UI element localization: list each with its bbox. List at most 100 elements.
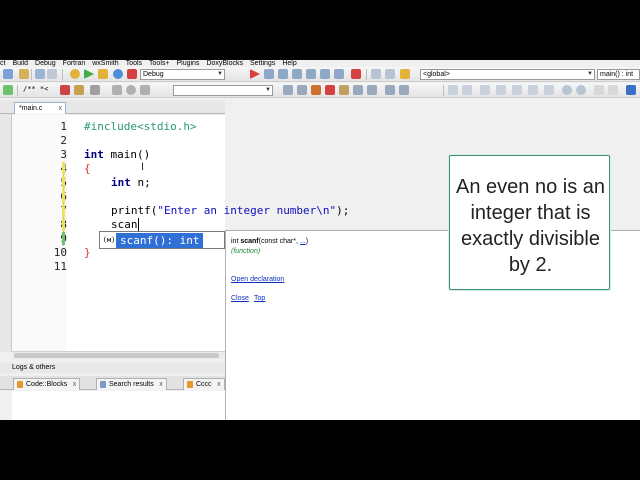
step-instruction-icon[interactable] [334,69,344,79]
debug-info-icon[interactable] [385,69,395,79]
toolbar-separator [62,69,63,80]
menu-item-wxsmith[interactable]: wxSmith [92,60,118,67]
pencil-icon[interactable] [311,85,321,95]
close-icon[interactable]: x [73,379,77,390]
align-left-icon[interactable] [448,85,458,95]
mark-icon[interactable] [339,85,349,95]
next-bookmark-icon[interactable] [367,85,377,95]
replace-icon[interactable] [47,69,57,79]
close-icon[interactable]: x [159,379,163,390]
run-icon[interactable] [84,69,94,79]
build-run-icon[interactable] [98,69,108,79]
menu-item-tools[interactable]: Tools [126,60,142,67]
run-to-cursor-icon[interactable] [264,69,274,79]
debug-info2-icon[interactable] [400,69,410,79]
abort-icon[interactable] [127,69,137,79]
highlight-icon[interactable] [74,85,84,95]
search-icon [100,381,106,388]
code-line-10: } [84,246,91,259]
next-icon[interactable] [140,85,150,95]
tab-codeblocks-log[interactable]: Code::Blocks x [13,378,81,390]
copy-icon[interactable] [19,69,29,79]
chevron-down-icon: ▼ [265,87,271,93]
build-target-select[interactable]: Debug ▼ [140,69,225,80]
menu-item-doxyblocks[interactable]: DoxyBlocks [206,60,243,67]
toolbar-separator [366,69,367,80]
close-icon[interactable]: x [59,103,63,114]
indent-icon[interactable] [512,85,522,95]
spell-icon[interactable] [594,85,604,95]
code-line-8: scan [111,218,138,231]
zoom-out-icon[interactable] [576,85,586,95]
doxy-comment-button[interactable]: /** *< [21,85,49,96]
tab-main-c[interactable]: *main.c x [14,102,66,114]
clear-icon[interactable] [325,85,335,95]
step-out-icon[interactable] [306,69,316,79]
autocomplete-popup: (м) scanf(): int [99,231,225,249]
ibeam-cursor-icon: I [141,161,145,173]
open-declaration-link[interactable]: Open declaration [231,276,284,283]
ide-window: ct Build Debug Fortran wxSmith Tools Tools+ Plu… [0,60,640,420]
wrap-icon[interactable] [544,85,554,95]
zoom-in-icon[interactable] [562,85,572,95]
justify-icon[interactable] [496,85,506,95]
macro-icon: (м) [102,236,116,244]
back-icon[interactable] [283,85,293,95]
jump-icon[interactable] [90,85,100,95]
build-gear-icon[interactable] [70,69,80,79]
spell-check-icon[interactable] [608,85,618,95]
rebuild-icon[interactable] [113,69,123,79]
menu-item-fortran[interactable]: Fortran [63,60,86,67]
debug-windows-icon[interactable] [371,69,381,79]
red-marker-icon[interactable] [60,85,70,95]
saved-marker [62,232,65,245]
next-line-icon[interactable] [278,69,288,79]
search-combo[interactable]: ▼ [173,85,273,96]
horizontal-scrollbar[interactable] [12,351,225,359]
dot-icon[interactable] [126,85,136,95]
menu-item-project[interactable]: ct [0,60,5,67]
outdent-icon[interactable] [528,85,538,95]
menu-item-help[interactable]: Help [282,60,296,67]
editor-tab-strip: *main.c x [0,100,225,114]
prev-icon[interactable] [112,85,122,95]
cut-icon[interactable] [3,69,13,79]
menu-item-settings[interactable]: Settings [250,60,275,67]
close-link[interactable]: Close [231,295,249,302]
scrollbar-thumb[interactable] [14,353,219,358]
secondary-toolbar: /** *< ▼ [0,83,640,98]
close-icon[interactable]: x [217,379,221,390]
symbol-kind: (function) [231,248,261,255]
debug-run-icon[interactable] [250,69,260,79]
forward-icon[interactable] [297,85,307,95]
tab-cccc[interactable]: Cccc x [183,378,225,390]
menu-item-debug[interactable]: Debug [35,60,56,67]
tab-search-results[interactable]: Search results x [96,378,167,390]
step-into-icon[interactable] [292,69,302,79]
change-marker [62,176,65,189]
align-center-icon[interactable] [462,85,472,95]
next-occurrence-icon[interactable] [399,85,409,95]
menu-item-build[interactable]: Build [12,60,28,67]
log-pencil-icon [187,381,193,388]
autocomplete-item[interactable]: (м) scanf(): int [101,233,223,248]
line-number: 9 [21,232,67,245]
code-line-7: printf("Enter an integer number\n"); [111,204,350,217]
align-right-icon[interactable] [480,85,490,95]
menu-item-plugins[interactable]: Plugins [176,60,199,67]
next-instruction-icon[interactable] [320,69,330,79]
line-number: 3 [60,148,67,161]
top-link[interactable]: Top [254,295,265,302]
prev-occurrence-icon[interactable] [385,85,395,95]
more-icon[interactable] [626,85,636,95]
stop-debug-icon[interactable] [351,69,361,79]
prev-bookmark-icon[interactable] [353,85,363,95]
management-panel-strip [0,114,12,352]
code-line-4: { [84,162,91,175]
logs-panel-body [12,391,225,420]
scope-select[interactable]: <global> ▼ [420,69,595,80]
bookmark-icon[interactable] [3,85,13,95]
menu-item-tools-plus[interactable]: Tools+ [149,60,169,67]
find-icon[interactable] [35,69,45,79]
symbol-select[interactable]: main() : int [597,69,640,80]
